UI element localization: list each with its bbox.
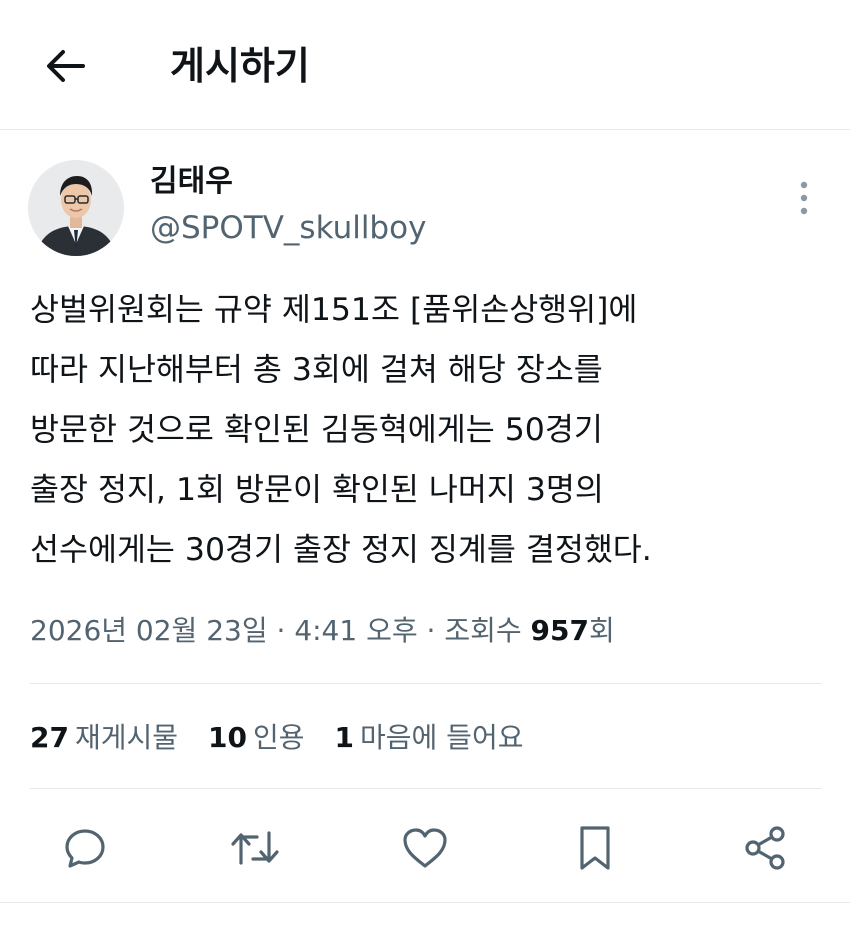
meta-separator: ·	[417, 614, 445, 647]
meta-separator: ·	[267, 614, 295, 647]
post-text-line: 따라 지난해부터 총 3회에 걸쳐 해당 장소를	[30, 352, 603, 388]
reply-button[interactable]	[55, 818, 115, 878]
like-icon	[403, 828, 447, 868]
post-date: 2026년 02월 23일	[30, 614, 268, 647]
reply-icon	[65, 829, 105, 868]
page-title: 게시하기	[170, 44, 310, 88]
repost-icon	[231, 831, 279, 865]
views-count: 957	[530, 614, 589, 647]
divider	[30, 683, 822, 684]
bookmark-icon	[580, 826, 610, 870]
post-text-line: 선수에게는 30경기 출장 정지 징계를 결정했다.	[30, 532, 652, 568]
reposts-count: 27	[30, 721, 69, 754]
quotes-stat[interactable]: 10 인용	[208, 716, 305, 760]
person-avatar	[28, 160, 124, 256]
avatar[interactable]	[28, 160, 124, 256]
bookmark-button[interactable]	[565, 818, 625, 878]
share-icon	[745, 826, 785, 870]
likes-count: 1	[334, 721, 354, 754]
likes-label: 마음에 들어요	[360, 721, 524, 754]
post-meta: 2026년 02월 23일 · 4:41 오후 · 조회수 957회	[30, 610, 615, 652]
reposts-label: 재게시물	[74, 721, 179, 754]
action-bar	[0, 818, 850, 878]
divider	[30, 788, 822, 789]
post-time: 4:41 오후	[294, 614, 418, 647]
more-vertical-icon	[800, 181, 808, 215]
top-bar: 게시하기	[0, 0, 850, 130]
repost-button[interactable]	[225, 818, 285, 878]
author-handle[interactable]: @SPOTV_skullboy	[150, 208, 426, 248]
views-label: 조회수	[444, 614, 522, 647]
author-name[interactable]: 김태우	[150, 162, 233, 202]
share-button[interactable]	[735, 818, 795, 878]
more-options-button[interactable]	[786, 178, 822, 218]
back-button[interactable]	[36, 36, 96, 96]
quotes-label: 인용	[252, 721, 305, 754]
post-text: 상벌위원회는 규약 제151조 [품위손상행위]에 따라 지난해부터 총 3회에…	[30, 280, 825, 580]
views-suffix: 회	[588, 614, 615, 647]
quotes-count: 10	[208, 721, 247, 754]
divider	[0, 902, 850, 903]
post-text-line: 상벌위원회는 규약 제151조 [품위손상행위]에	[30, 292, 638, 328]
post-text-line: 출장 정지, 1회 방문이 확인된 나머지 3명의	[30, 472, 604, 508]
reposts-stat[interactable]: 27 재게시물	[30, 716, 178, 760]
engagement-stats: 27 재게시물 10 인용 1 마음에 들어요	[30, 716, 553, 760]
likes-stat[interactable]: 1 마음에 들어요	[335, 716, 524, 760]
post-text-line: 방문한 것으로 확인된 김동혁에게는 50경기	[30, 412, 603, 448]
arrow-left-icon	[47, 50, 85, 82]
like-button[interactable]	[395, 818, 455, 878]
